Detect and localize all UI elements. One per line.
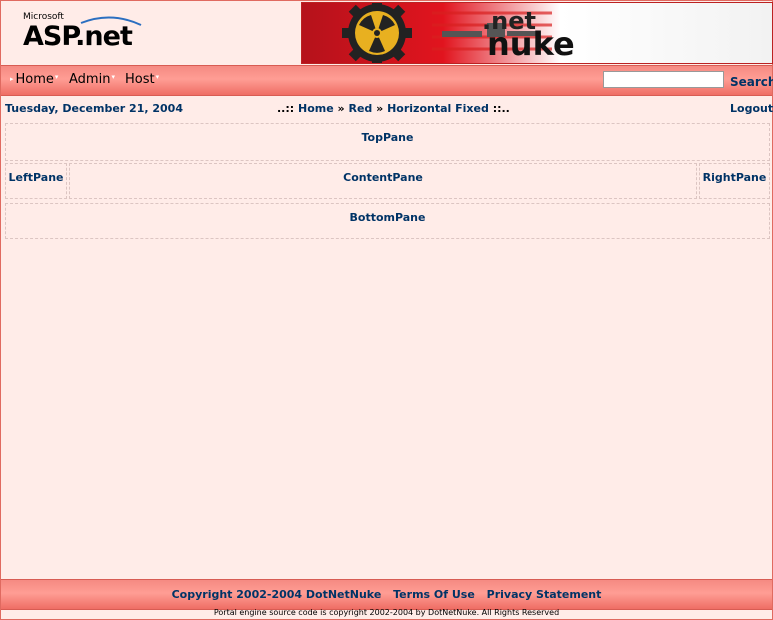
breadcrumb-separator: » bbox=[376, 102, 384, 115]
aspnet-logo-main-text: ASP.net bbox=[23, 21, 133, 52]
dotnetnuke-banner: .net nuke bbox=[301, 2, 773, 64]
logout-link[interactable]: Logout bbox=[730, 102, 773, 115]
right-pane-label: RightPane bbox=[702, 171, 767, 184]
chevron-down-icon: ▾ bbox=[155, 73, 160, 81]
bottom-pane-label: BottomPane bbox=[349, 211, 426, 224]
current-date: Tuesday, December 21, 2004 bbox=[5, 102, 183, 115]
footer-bar: Copyright 2002-2004 DotNetNuke Terms Of … bbox=[1, 579, 772, 610]
portal-copyright-text: Portal engine source code is copyright 2… bbox=[213, 608, 560, 617]
copyright-link[interactable]: Copyright 2002-2004 DotNetNuke bbox=[172, 588, 382, 601]
footer-links: Copyright 2002-2004 DotNetNuke Terms Of … bbox=[1, 588, 772, 601]
terms-link[interactable]: Terms Of Use bbox=[393, 588, 475, 601]
bottom-pane: BottomPane bbox=[5, 203, 770, 239]
menu-lead-arrow-icon: ▸ bbox=[10, 75, 14, 83]
breadcrumb-red[interactable]: Red bbox=[348, 102, 372, 115]
menu-item-admin[interactable]: Admin▾ bbox=[69, 72, 115, 87]
gear-icon bbox=[342, 3, 412, 63]
chevron-down-icon: ▾ bbox=[54, 73, 59, 81]
breadcrumb-horizontal-fixed[interactable]: Horizontal Fixed bbox=[387, 102, 489, 115]
content-pane-label: ContentPane bbox=[343, 171, 423, 184]
search-button[interactable]: Search bbox=[730, 75, 773, 89]
header: Microsoft ASP.net .net nuke bbox=[1, 1, 773, 64]
top-pane: TopPane bbox=[5, 123, 770, 161]
breadcrumb-prefix: ..:: bbox=[277, 102, 295, 115]
breadcrumb-suffix: ::.. bbox=[492, 102, 510, 115]
top-pane-label: TopPane bbox=[361, 131, 414, 144]
search-input[interactable] bbox=[603, 71, 724, 88]
right-pane: RightPane bbox=[699, 163, 770, 199]
left-pane-label: LeftPane bbox=[8, 171, 64, 184]
dotnetnuke-banner-art: .net nuke bbox=[302, 3, 772, 63]
banner-word-text: nuke bbox=[487, 25, 575, 63]
menu-item-home[interactable]: ▸ Home▾ bbox=[10, 72, 58, 87]
menu-item-admin-label: Admin bbox=[69, 72, 111, 87]
chevron-down-icon: ▾ bbox=[111, 73, 115, 81]
breadcrumb-separator: » bbox=[337, 102, 345, 115]
privacy-link[interactable]: Privacy Statement bbox=[487, 588, 602, 601]
breadcrumb: ..:: Home » Red » Horizontal Fixed ::.. bbox=[277, 102, 510, 115]
menu-item-host[interactable]: Host▾ bbox=[125, 72, 159, 87]
menu-item-host-label: Host bbox=[125, 72, 155, 87]
menu-bar: ▸ Home▾ Admin▾ Host▾ Search bbox=[1, 65, 773, 96]
aspnet-logo: Microsoft ASP.net bbox=[23, 12, 142, 52]
content-pane: ContentPane bbox=[69, 163, 697, 199]
left-pane: LeftPane bbox=[5, 163, 67, 199]
page-frame: Microsoft ASP.net .net nuke ▸ Home▾ Admi… bbox=[0, 0, 773, 620]
menu-item-home-label: Home bbox=[15, 72, 54, 87]
breadcrumb-home[interactable]: Home bbox=[298, 102, 334, 115]
